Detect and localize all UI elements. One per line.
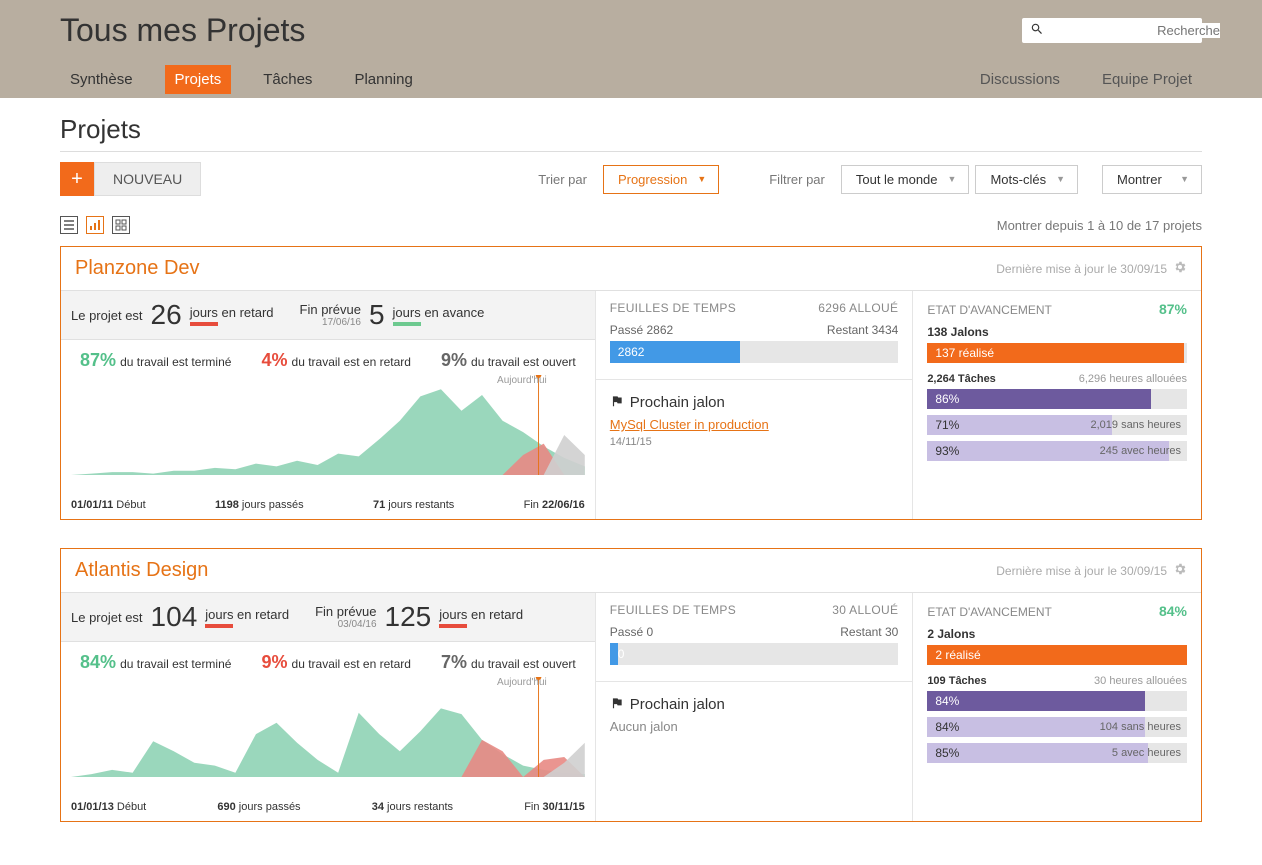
sort-dropdown[interactable]: Progression▼ [603, 165, 719, 194]
timesheets-label: FEUILLES DE TEMPS [610, 603, 736, 617]
nav-synthèse[interactable]: Synthèse [60, 65, 143, 94]
project-card: Atlantis Design Dernière mise à jour le … [60, 548, 1202, 822]
tasks-bar: 86% [927, 389, 1187, 409]
section-title: Projets [60, 114, 1202, 152]
delay-days: 104 [151, 601, 198, 633]
project-is-label: Le projet est [71, 610, 143, 625]
delay-bar [205, 624, 233, 628]
progress-chart: Aujourd'hui [61, 375, 595, 495]
end-delta-days: 125 [385, 601, 432, 633]
project-title[interactable]: Planzone Dev [75, 257, 200, 280]
project-updated: Dernière mise à jour le 30/09/15 [996, 562, 1187, 579]
progress-chart: Aujourd'hui [61, 677, 595, 797]
filter-who-dropdown[interactable]: Tout le monde▼ [841, 165, 970, 194]
progress-label: ETAT D'AVANCEMENT [927, 303, 1052, 317]
delay-bar [190, 322, 218, 326]
end-delta-days: 5 [369, 299, 385, 331]
no-hours-bar: 84%104 sans heures [927, 717, 1187, 737]
timesheet-bar: 0 [610, 643, 899, 665]
project-updated: Dernière mise à jour le 30/09/15 [996, 260, 1187, 277]
overall-pct: 87% [1159, 301, 1187, 317]
with-hours-bar: 93%245 avec heures [927, 441, 1187, 461]
pct-open: 7%du travail est ouvert [441, 652, 576, 673]
milestones-bar: 2 réalisé [927, 645, 1187, 665]
view-chart-icon[interactable] [86, 216, 104, 234]
hours-allocated: 30 heures allouées [1094, 675, 1187, 687]
timeline-axis: 01/01/11 Début 1198 jours passés 71 jour… [61, 495, 595, 519]
nav-projets[interactable]: Projets [165, 65, 232, 94]
milestones-total: 2 Jalons [927, 627, 1187, 641]
view-grid-icon[interactable] [112, 216, 130, 234]
next-milestone-label: Prochain jalon [630, 696, 725, 713]
nav-discussions[interactable]: Discussions [970, 65, 1070, 94]
tasks-bar: 84% [927, 691, 1187, 711]
timesheets-label: FEUILLES DE TEMPS [610, 301, 736, 315]
project-is-label: Le projet est [71, 308, 143, 323]
add-button[interactable]: + [60, 162, 94, 196]
delay-days: 26 [151, 299, 182, 331]
filter-tags-dropdown[interactable]: Mots-clés▼ [975, 165, 1078, 194]
nav-tâches[interactable]: Tâches [253, 65, 322, 94]
search-input[interactable] [1044, 23, 1220, 38]
nav-planning[interactable]: Planning [344, 65, 422, 94]
end-delta-bar [393, 322, 421, 326]
milestones-bar: 137 réalisé [927, 343, 1187, 363]
nav-equipe-projet[interactable]: Equipe Projet [1092, 65, 1202, 94]
allocated-val: 30 alloué [832, 603, 898, 617]
hours-allocated: 6,296 heures allouées [1079, 373, 1187, 385]
project-card: Planzone Dev Dernière mise à jour le 30/… [60, 246, 1202, 520]
show-dropdown[interactable]: Montrer▼ [1102, 165, 1202, 194]
allocated-val: 6296 alloué [818, 301, 898, 315]
tasks-total: 109 Tâches [927, 675, 986, 687]
view-list-icon[interactable] [60, 216, 78, 234]
search-box[interactable] [1022, 18, 1202, 43]
no-hours-bar: 71%2,019 sans heures [927, 415, 1187, 435]
flag-icon [610, 696, 624, 713]
filter-label: Filtrer par [769, 172, 825, 187]
tasks-total: 2,264 Tâches [927, 373, 996, 385]
milestone-date: 14/11/15 [610, 436, 899, 448]
pct-late: 9%du travail est en retard [262, 652, 411, 673]
pct-done: 84%du travail est terminé [80, 652, 231, 673]
milestone-link[interactable]: MySql Cluster in production [610, 417, 769, 432]
with-hours-bar: 85%5 avec heures [927, 743, 1187, 763]
pct-done: 87%du travail est terminé [80, 350, 231, 371]
timesheet-bar: 2862 [610, 341, 899, 363]
search-icon [1030, 22, 1044, 39]
today-label: Aujourd'hui [497, 375, 547, 386]
timeline-axis: 01/01/13 Début 690 jours passés 34 jours… [61, 797, 595, 821]
today-label: Aujourd'hui [497, 677, 547, 688]
pager-text: Montrer depuis 1 à 10 de 17 projets [997, 218, 1202, 233]
gear-icon[interactable] [1173, 562, 1187, 579]
progress-label: ETAT D'AVANCEMENT [927, 605, 1052, 619]
flag-icon [610, 394, 624, 411]
project-title[interactable]: Atlantis Design [75, 559, 208, 582]
pct-open: 9%du travail est ouvert [441, 350, 576, 371]
overall-pct: 84% [1159, 603, 1187, 619]
milestone-none: Aucun jalon [610, 719, 899, 734]
page-title: Tous mes Projets [60, 12, 305, 49]
gear-icon[interactable] [1173, 260, 1187, 277]
end-delta-bar [439, 624, 467, 628]
new-button[interactable]: NOUVEAU [94, 162, 201, 196]
next-milestone-label: Prochain jalon [630, 394, 725, 411]
milestones-total: 138 Jalons [927, 325, 1187, 339]
sort-label: Trier par [538, 172, 587, 187]
pct-late: 4%du travail est en retard [262, 350, 411, 371]
